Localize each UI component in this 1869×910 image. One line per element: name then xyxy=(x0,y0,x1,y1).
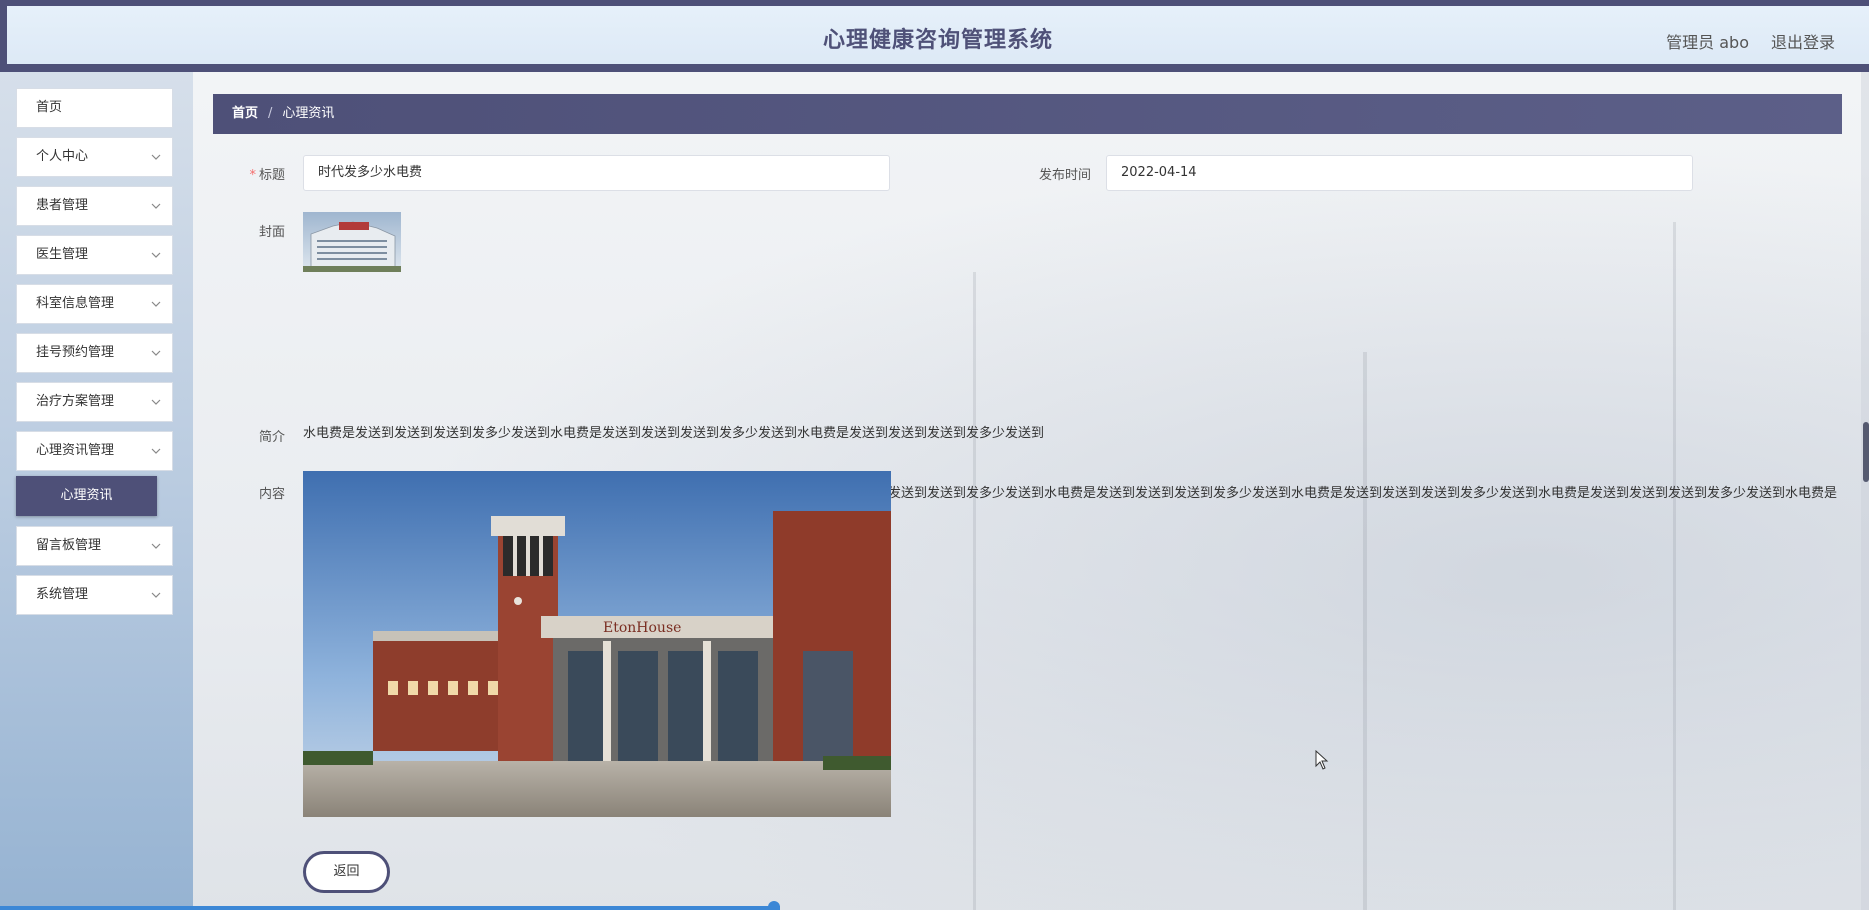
sidebar-subitem-psych-news[interactable]: 心理资讯 xyxy=(16,476,157,516)
sidebar-item-psych-news[interactable]: 心理资讯管理 xyxy=(16,431,173,471)
chevron-down-icon xyxy=(150,236,162,274)
top-bar: 心理健康咨询管理系统 管理员 abo 退出登录 xyxy=(0,0,1869,72)
sidebar-item-doctors[interactable]: 医生管理 xyxy=(16,235,173,275)
sidebar-item-appointments[interactable]: 挂号预约管理 xyxy=(16,333,173,373)
sidebar-item-home[interactable]: 首页 xyxy=(16,88,173,128)
sidebar-item-departments[interactable]: 科室信息管理 xyxy=(16,284,173,324)
breadcrumb-current: 心理资讯 xyxy=(282,106,335,121)
logout-button[interactable]: 退出登录 xyxy=(1771,29,1835,53)
publish-time-field[interactable]: 2022-04-14 xyxy=(1106,155,1693,191)
sidebar-item-patients[interactable]: 患者管理 xyxy=(16,186,173,226)
publish-time-label: 发布时间 xyxy=(1038,168,1091,183)
title-label: * 标题 xyxy=(249,168,285,183)
chevron-down-icon xyxy=(150,383,162,421)
sidebar-item-label: 医生管理 xyxy=(36,247,89,262)
current-user: 管理员 abo xyxy=(1666,33,1749,52)
chevron-down-icon xyxy=(150,334,162,372)
sidebar-item-label: 治疗方案管理 xyxy=(36,394,115,409)
breadcrumb: 首页 / 心理资讯 xyxy=(213,94,1842,134)
horizontal-scrollbar[interactable] xyxy=(0,901,780,910)
chevron-down-icon xyxy=(150,527,162,565)
cover-label: 封面 xyxy=(258,225,285,240)
chevron-down-icon xyxy=(150,576,162,614)
sidebar-item-label: 首页 xyxy=(36,100,63,115)
sidebar-item-message-board[interactable]: 留言板管理 xyxy=(16,526,173,566)
title-field[interactable]: 时代发多少水电费 xyxy=(303,155,890,191)
content-image: EtonHouse xyxy=(303,471,891,817)
sidebar-item-system[interactable]: 系统管理 xyxy=(16,575,173,615)
chevron-down-icon xyxy=(150,138,162,176)
content-label: 内容 xyxy=(258,487,285,502)
svg-text:EtonHouse: EtonHouse xyxy=(603,620,681,636)
mouse-cursor-icon xyxy=(1315,749,1329,774)
summary-label: 简介 xyxy=(258,430,285,445)
summary-text: 水电费是发送到发送到发送到发多少发送到水电费是发送到发送到发送到发多少发送到水电… xyxy=(303,426,1045,441)
sidebar-item-label: 患者管理 xyxy=(36,198,89,213)
back-button[interactable]: 返回 xyxy=(303,851,390,893)
background-decoration xyxy=(973,272,976,910)
vertical-scrollbar[interactable] xyxy=(1861,72,1869,910)
sidebar-item-label: 留言板管理 xyxy=(36,538,102,553)
sidebar-item-personal-center[interactable]: 个人中心 xyxy=(16,137,173,177)
breadcrumb-home[interactable]: 首页 xyxy=(232,106,258,121)
sidebar-item-label: 挂号预约管理 xyxy=(36,345,115,360)
scrollbar-knob[interactable] xyxy=(768,901,780,910)
cover-image[interactable] xyxy=(303,212,401,272)
background-decoration xyxy=(1673,222,1676,910)
header: 心理健康咨询管理系统 管理员 abo 退出登录 xyxy=(7,6,1869,64)
sidebar-item-label: 系统管理 xyxy=(36,587,89,602)
chevron-down-icon xyxy=(150,187,162,225)
breadcrumb-separator: / xyxy=(268,106,273,121)
app-title: 心理健康咨询管理系统 xyxy=(822,28,1053,53)
chevron-down-icon xyxy=(150,285,162,323)
scrollbar-thumb[interactable] xyxy=(1863,422,1869,482)
sidebar-item-label: 心理资讯管理 xyxy=(36,443,115,458)
chevron-down-icon xyxy=(150,432,162,470)
sidebar-item-treatment-plans[interactable]: 治疗方案管理 xyxy=(16,382,173,422)
sidebar: 首页 个人中心 患者管理 医生管理 科室信息管理 挂号预约管理 治疗方案管理 心… xyxy=(0,72,193,910)
sidebar-item-label: 个人中心 xyxy=(36,149,89,164)
required-mark: * xyxy=(249,168,256,183)
sidebar-item-label: 科室信息管理 xyxy=(36,296,115,311)
main-content: 首页 / 心理资讯 * 标题 时代发多少水电费 发布时间 2022-04-14 封面 xyxy=(193,72,1869,910)
